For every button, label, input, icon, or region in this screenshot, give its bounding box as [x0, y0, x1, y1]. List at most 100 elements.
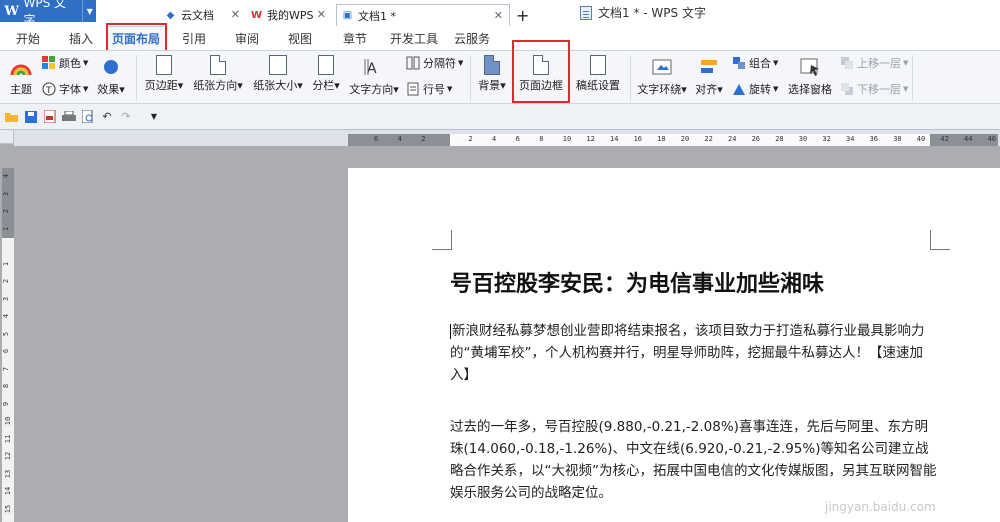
align-button[interactable]: 对齐▾	[692, 51, 726, 97]
redo-icon[interactable]: ↷	[119, 110, 133, 124]
ruler-tick-label: 42	[940, 135, 949, 143]
ruler-tick-label: 4	[492, 135, 497, 143]
separator-icon	[406, 56, 420, 70]
app-menu-button[interactable]: W WPS 文字 ▼	[0, 0, 96, 27]
horizontal-ruler[interactable]: 6 4 2 2 4 6 8 10 12 14 16 18 20 22 24 26 28 30 32 34 36 38 40 4…	[348, 134, 998, 146]
open-folder-icon[interactable]	[5, 110, 19, 124]
line-numbers-button[interactable]: 行号 ▼	[406, 81, 452, 97]
ruler-tick-label: 24	[728, 135, 737, 143]
paper-size-icon	[269, 55, 287, 75]
ruler-tick-label: 3	[2, 191, 11, 196]
margins-button[interactable]: 页边距▾	[142, 51, 186, 93]
tab-cloud-service[interactable]: 云服务	[446, 26, 498, 50]
app-name: WPS 文字	[23, 0, 67, 27]
ruler-tick-label: 38	[893, 135, 902, 143]
group-icon	[732, 56, 746, 70]
window-title-text: 文档1 * - WPS 文字	[598, 6, 706, 20]
ruler-tick-label: 6	[374, 135, 379, 143]
selection-pane-button[interactable]: 选择窗格	[786, 51, 834, 97]
doc-tab-my-wps[interactable]: W 我的WPS ✕	[246, 4, 332, 26]
ruler-tick-label: 16	[633, 135, 643, 143]
font-button[interactable]: T 字体 ▼	[42, 81, 88, 97]
tab-insert[interactable]: 插入	[56, 26, 106, 50]
print-icon[interactable]	[62, 110, 76, 124]
columns-button[interactable]: 分栏▾	[308, 51, 344, 93]
line-numbers-icon	[406, 82, 420, 96]
close-icon[interactable]: ✕	[231, 8, 240, 21]
ruler-tick-label: 34	[846, 135, 855, 143]
ruler-tick-label: 18	[657, 135, 666, 143]
rotate-icon	[732, 82, 746, 96]
effect-icon	[100, 55, 122, 79]
separator-button[interactable]: 分隔符 ▼	[406, 55, 463, 71]
document-page[interactable]: 号百控股李安民：为电信事业加些湘味 新浪财经私募梦想创业营即将结束报名，该项目致…	[348, 168, 1000, 522]
ruler-tick-label: 2	[2, 278, 11, 284]
ruler-tick-label: 2	[421, 135, 426, 143]
rotate-button[interactable]: 旋转 ▼	[732, 81, 778, 97]
document-paragraph[interactable]: 新浪财经私募梦想创业营即将结束报名，该项目致力于打造私募行业最具影响力的“黄埔军…	[450, 320, 938, 386]
quick-access-bar: ↶ ↷ ▼	[0, 104, 1000, 130]
group-button[interactable]: 组合 ▼	[732, 55, 778, 71]
ruler-tick-label: 8	[2, 383, 11, 389]
orientation-button[interactable]: 纸张方向▾	[190, 51, 246, 93]
bring-forward-button[interactable]: 上移一层 ▼	[840, 55, 908, 71]
tab-view[interactable]: 视图	[272, 26, 328, 50]
orientation-icon	[210, 55, 226, 75]
font-icon: T	[42, 82, 56, 96]
ribbon-toolbar: 主题 颜色 ▼ T 字体 ▼ 效果▾ 页边距▾ 纸张方向▾ 纸张大小▾ 分栏▾ A …	[0, 50, 1000, 104]
ruler-tick-label: 20	[680, 135, 690, 143]
crop-mark-top-right	[930, 230, 950, 250]
text-direction-button[interactable]: A 文字方向▾	[346, 51, 402, 97]
text-direction-icon: A	[363, 55, 385, 79]
tab-home[interactable]: 开始	[0, 26, 56, 50]
doc-tab-document1[interactable]: ▣ 文档1 * ✕	[336, 4, 510, 26]
manuscript-settings-button[interactable]: 稿纸设置	[574, 51, 622, 93]
new-tab-button[interactable]: +	[512, 4, 532, 26]
send-backward-icon	[840, 82, 854, 96]
ruler-tick-label: 11	[4, 434, 13, 443]
send-backward-button[interactable]: 下移一层 ▼	[840, 81, 908, 97]
tab-review[interactable]: 审阅	[222, 26, 272, 50]
close-icon[interactable]: ✕	[494, 9, 503, 22]
document-paragraph[interactable]: 过去的一年多，号百控股(9.880,-0.21,-2.08%)喜事连连，先后与阿…	[450, 416, 938, 504]
effect-button[interactable]: 效果▾	[94, 51, 128, 97]
vertical-ruler[interactable]: 4 3 2 1 1 2 3 4 5 6 7 8 9 10 11 12 13 14 15	[2, 168, 14, 522]
ruler-tick-label: 1	[2, 226, 11, 231]
chevron-down-icon[interactable]: ▼	[147, 110, 161, 124]
ruler-tick-label: 12	[586, 135, 595, 143]
ruler-corner[interactable]	[0, 130, 14, 144]
chevron-down-icon[interactable]: ▼	[82, 0, 96, 22]
ruler-tick-label: 2	[468, 135, 473, 143]
ruler-tick-label: 6	[515, 135, 520, 143]
ruler-tick-label: 28	[775, 135, 784, 143]
print-preview-icon[interactable]	[81, 110, 95, 124]
paper-size-button[interactable]: 纸张大小▾	[250, 51, 306, 93]
export-pdf-icon[interactable]	[43, 110, 57, 124]
doc-tab-cloud[interactable]: ◆ 云文档 ✕	[160, 4, 246, 26]
tab-chapter[interactable]: 章节	[328, 26, 382, 50]
ruler-tick-label: 14	[610, 135, 619, 143]
margins-icon	[156, 55, 172, 75]
document-icon	[580, 5, 592, 20]
background-button[interactable]: 背景▾	[474, 51, 510, 93]
theme-button[interactable]: 主题	[4, 51, 38, 97]
ruler-tick-label: 5	[2, 331, 11, 336]
color-grid-icon	[42, 56, 56, 70]
tab-references[interactable]: 引用	[166, 26, 222, 50]
close-icon[interactable]: ✕	[317, 8, 326, 21]
tab-page-layout[interactable]: 页面布局	[106, 26, 166, 50]
document-icon: ▣	[342, 10, 353, 21]
text-wrap-button[interactable]: 文字环绕▾	[634, 51, 690, 97]
plus-icon: +	[516, 5, 530, 25]
manuscript-icon	[590, 55, 606, 75]
svg-text:T: T	[45, 86, 52, 96]
color-button[interactable]: 颜色 ▼	[42, 55, 88, 71]
undo-icon[interactable]: ↶	[100, 110, 114, 124]
save-icon[interactable]	[24, 110, 38, 124]
tab-developer[interactable]: 开发工具	[382, 26, 446, 50]
wps-logo-icon: W	[4, 3, 20, 19]
document-heading[interactable]: 号百控股李安民：为电信事业加些湘味	[450, 266, 824, 298]
wps-w-icon: W	[250, 9, 263, 21]
window-title: 文档1 * - WPS 文字	[580, 4, 706, 21]
page-border-button[interactable]: 页面边框	[514, 51, 568, 93]
